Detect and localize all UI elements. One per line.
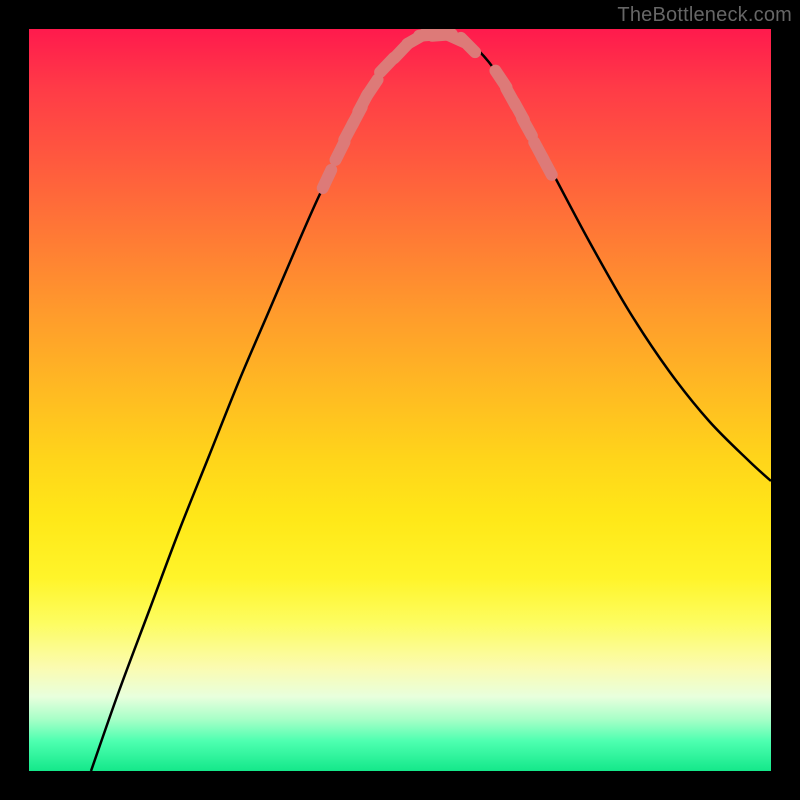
- curve-marker: [461, 38, 475, 52]
- curve-plot: [29, 29, 771, 771]
- watermark-text: TheBottleneck.com: [617, 4, 792, 27]
- curve-marker: [323, 170, 332, 188]
- curve-markers: [323, 34, 552, 188]
- chart-frame: [29, 29, 771, 771]
- curve-marker: [542, 157, 551, 175]
- curve-marker: [366, 80, 377, 97]
- bottleneck-curve: [91, 33, 771, 771]
- curve-marker: [522, 118, 532, 135]
